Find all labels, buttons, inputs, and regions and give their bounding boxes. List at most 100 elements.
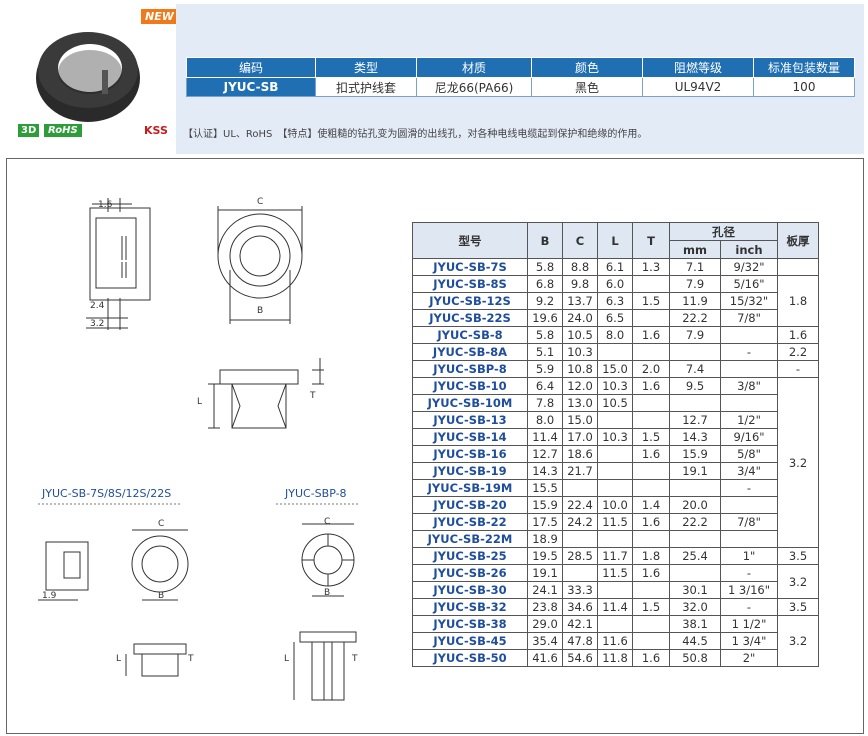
cell-l: 6.1 [597,258,633,276]
cell-l [597,530,633,548]
cell-model: JYUC-SB-14 [412,428,528,446]
cell-mm [669,479,721,497]
cell-l [597,479,633,497]
cell-c: 10.3 [562,343,598,361]
front-view-flange [219,369,299,385]
cell-l: 11.6 [597,632,633,650]
cell-b: 23.8 [527,598,563,616]
cell-c [562,564,598,582]
cell-l: 10.3 [597,428,633,446]
cell-inch: 9/32" [720,258,778,276]
cell-t [632,479,670,497]
cell-plate: - [777,360,819,378]
cell-c: 24.0 [562,309,598,327]
cell-model: JYUC-SB-10M [412,394,528,412]
cell-inch: 5/8" [720,445,778,463]
cell-c [562,479,598,497]
cell-inch [720,530,778,548]
table-row: JYUC-SB-13 8.0 15.0 12.7 1/2" [412,411,819,429]
cell-mm: 50.8 [669,649,721,667]
cell-b: 15.9 [527,496,563,514]
cell-b: 6.8 [527,275,563,293]
table-row: JYUC-SBP-8 5.9 10.8 15.0 2.0 7.4 - [412,360,819,378]
header-hole: 孔径 [669,222,778,241]
cell-mm [669,564,721,582]
cell-inch: 2" [720,649,778,667]
cell-model: JYUC-SB-19M [412,479,528,497]
cell-model: JYUC-SB-12S [412,292,528,310]
dim-label-b: B [257,306,264,316]
cell-mm: 7.1 [669,258,721,276]
new-badge: NEW [141,9,178,24]
cell-inch: 7/8" [720,309,778,327]
cell-model: JYUC-SB-25 [412,547,528,565]
cell-model: JYUC-SB-13 [412,411,528,429]
cell-plate: 2.2 [777,343,819,361]
cell-model: JYUC-SB-8 [412,326,528,344]
cell-model: JYUC-SB-22S [412,309,528,327]
dim-label-t: T [310,391,316,401]
cell-b: 5.8 [527,258,563,276]
cell-mm [669,343,721,361]
ring-outer [217,213,303,299]
cell-c: 13.0 [562,394,598,412]
table-row: JYUC-SB-19 14.3 21.7 19.1 3/4" [412,462,819,480]
cell-l: 11.5 [597,564,633,582]
table-row: JYUC-SB-38 29.0 42.1 38.1 1 1/2" 3.2 [412,615,819,667]
cell-c: 22.4 [562,496,598,514]
cell-t [632,615,670,633]
cell-c: 10.8 [562,360,598,378]
cell-inch: 15/32" [720,292,778,310]
dim-label-l: L [197,397,203,407]
cell-model: JYUC-SB-22 [412,513,528,531]
cell-b: 35.4 [527,632,563,650]
dim-label-b-small: B [158,591,165,601]
cell-c: 24.2 [562,513,598,531]
table-row: JYUC-SB-26 19.1 11.5 1.6 -3.2 [412,564,819,599]
info-cell-color: 黑色 [531,77,643,97]
cell-model: JYUC-SB-50 [412,649,528,667]
dim-label-t-sbp: T [352,654,358,664]
cell-mm [669,394,721,412]
cell-inch: 5/16" [720,275,778,293]
cell-t: 2.0 [632,360,670,378]
cell-mm: 14.3 [669,428,721,446]
info-header: 标准包装数量 [753,57,855,78]
cell-l: 11.5 [597,513,633,531]
cell-plate: 3.5 [777,598,819,616]
dim-label-t-small: T [188,654,194,664]
cell-model: JYUC-SB-10 [412,377,528,395]
cell-model: JYUC-SB-38 [412,615,528,633]
table-row: JYUC-SB-25 19.5 28.5 11.7 1.8 25.4 1" 3.5 [412,547,819,565]
3d-badge[interactable]: 3D [18,124,40,137]
cell-plate [777,258,819,276]
dim-label-1.6: 1.6 [98,200,113,210]
cell-inch: 9/16" [720,428,778,446]
cell-l: 10.0 [597,496,633,514]
table-row: JYUC-SB-8S 6.8 9.8 6.0 7.9 5/16" 1.8 [412,275,819,327]
cell-mm: 9.5 [669,377,721,395]
cell-model: JYUC-SB-45 [412,632,528,650]
cell-mm: 15.9 [669,445,721,463]
cell-c: 42.1 [562,615,598,633]
table-row: JYUC-SB-7S 5.8 8.8 6.1 1.3 7.1 9/32" [412,258,819,276]
cell-model: JYUC-SB-16 [412,445,528,463]
cell-model: JYUC-SB-20 [412,496,528,514]
cell-c: 15.0 [562,411,598,429]
cell-inch: - [720,479,778,497]
cell-l [597,581,633,599]
cell-b: 17.5 [527,513,563,531]
cell-l [597,343,633,361]
cell-inch: 1 3/4" [720,632,778,650]
cell-b: 9.2 [527,292,563,310]
cell-t [632,411,670,429]
cell-c: 47.8 [562,632,598,650]
cell-mm: 30.1 [669,581,721,599]
cell-t: 1.5 [632,428,670,446]
cell-b: 5.8 [527,326,563,344]
dim-label-l-small: L [116,654,122,664]
cell-c: 13.7 [562,292,598,310]
cell-l [597,615,633,633]
header-plate: 板厚 [777,222,819,259]
info-header: 类型 [315,57,417,78]
